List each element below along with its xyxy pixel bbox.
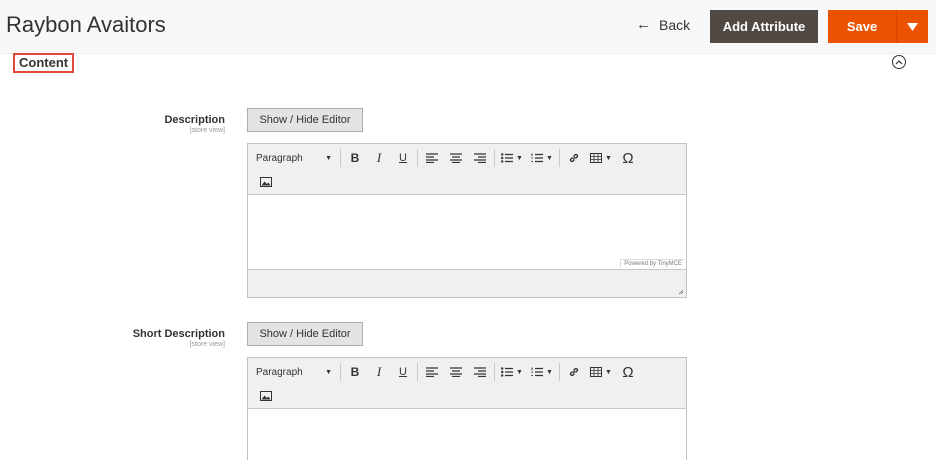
bullet-list-icon[interactable]: ▼ — [497, 147, 527, 169]
caret-down-icon: ▼ — [325, 368, 332, 376]
editor-content-area[interactable]: Powered by TinyMCE — [248, 195, 686, 269]
special-character-icon[interactable]: Ω — [616, 147, 640, 169]
save-label: Save — [846, 19, 878, 34]
collapse-chevron-up-icon[interactable] — [892, 55, 906, 69]
toolbar-divider — [417, 149, 418, 167]
page-header: Raybon Avaitors ← Back Add Attribute Sav… — [0, 0, 936, 54]
caret-down-icon: ▼ — [605, 368, 612, 376]
numbered-list-icon[interactable]: ▼ — [527, 361, 557, 383]
page-title: Raybon Avaitors — [6, 12, 166, 37]
format-select[interactable]: Paragraph ▼ — [248, 147, 338, 169]
toolbar-divider — [559, 363, 560, 381]
toolbar-divider — [340, 149, 341, 167]
field-scope: [store view] — [189, 127, 225, 134]
align-left-icon[interactable] — [420, 361, 444, 383]
align-center-icon[interactable] — [444, 147, 468, 169]
bold-icon[interactable]: B — [343, 361, 367, 383]
image-icon[interactable] — [254, 171, 278, 193]
editor-toolbar: Paragraph ▼ B I U ▼ ▼ ▼ Ω — [248, 358, 686, 409]
align-center-icon[interactable] — [444, 361, 468, 383]
special-character-icon[interactable]: Ω — [616, 361, 640, 383]
back-button[interactable]: ← Back — [636, 16, 690, 33]
editor-toolbar: Paragraph ▼ B I U ▼ ▼ ▼ Ω — [248, 144, 686, 195]
italic-icon[interactable]: I — [367, 147, 391, 169]
numbered-list-icon[interactable]: ▼ — [527, 147, 557, 169]
field-label: Short Description — [132, 328, 225, 340]
underline-icon[interactable]: U — [391, 147, 415, 169]
toolbar-divider — [494, 149, 495, 167]
bullet-list-icon[interactable]: ▼ — [497, 361, 527, 383]
caret-down-icon — [907, 22, 918, 31]
image-icon[interactable] — [254, 385, 278, 407]
caret-down-icon: ▼ — [325, 154, 332, 162]
field-scope: [store view] — [189, 341, 225, 348]
add-attribute-button[interactable]: Add Attribute — [710, 10, 818, 43]
wysiwyg-editor: Paragraph ▼ B I U — [247, 357, 687, 460]
caret-down-icon: ▼ — [516, 368, 523, 376]
toolbar-divider — [340, 363, 341, 381]
toolbar-divider — [417, 363, 418, 381]
wysiwyg-editor: Paragraph ▼ B I U — [247, 143, 687, 298]
toolbar-divider — [559, 149, 560, 167]
table-icon[interactable]: ▼ — [586, 361, 616, 383]
format-value: Paragraph — [256, 152, 303, 164]
caret-down-icon: ▼ — [516, 154, 523, 162]
section-title-content[interactable]: Content — [13, 53, 75, 73]
toolbar-divider — [494, 363, 495, 381]
align-right-icon[interactable] — [468, 147, 492, 169]
editor-statusbar — [248, 269, 686, 297]
editor-content-area[interactable] — [248, 409, 686, 460]
save-button[interactable]: Save — [828, 10, 928, 43]
description-label-group: Description [store view] — [164, 114, 225, 134]
align-right-icon[interactable] — [468, 361, 492, 383]
field-label: Description — [164, 114, 225, 126]
format-select[interactable]: Paragraph ▼ — [248, 361, 338, 383]
save-options-toggle[interactable] — [897, 22, 928, 31]
link-icon[interactable] — [562, 147, 586, 169]
caret-down-icon: ▼ — [605, 154, 612, 162]
link-icon[interactable] — [562, 361, 586, 383]
underline-icon[interactable]: U — [391, 361, 415, 383]
back-label: Back — [659, 16, 691, 33]
format-value: Paragraph — [256, 366, 303, 378]
align-left-icon[interactable] — [420, 147, 444, 169]
arrow-left-icon: ← — [636, 16, 651, 33]
show-hide-editor-button[interactable]: Show / Hide Editor — [247, 108, 363, 132]
powered-by-label: Powered by TinyMCE — [620, 259, 685, 268]
resize-handle-icon[interactable] — [678, 289, 684, 295]
caret-down-icon: ▼ — [546, 368, 553, 376]
caret-down-icon: ▼ — [546, 154, 553, 162]
short-description-label-group: Short Description [store view] — [133, 328, 225, 348]
show-hide-editor-button[interactable]: Show / Hide Editor — [247, 322, 363, 346]
italic-icon[interactable]: I — [367, 361, 391, 383]
table-icon[interactable]: ▼ — [586, 147, 616, 169]
save-divider — [896, 10, 897, 43]
bold-icon[interactable]: B — [343, 147, 367, 169]
